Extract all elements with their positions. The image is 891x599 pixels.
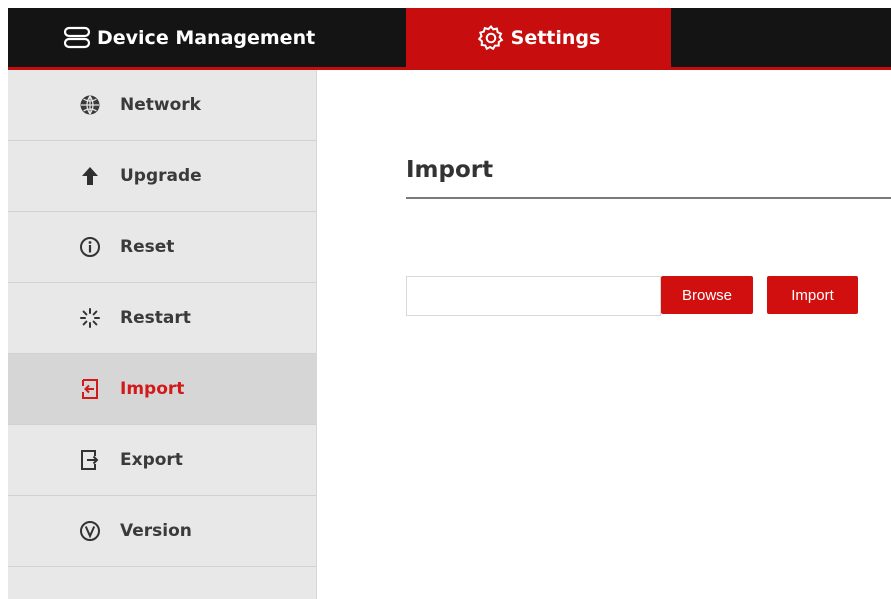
gear-icon bbox=[477, 24, 505, 52]
sidebar-item-label: Export bbox=[120, 450, 183, 470]
sidebar-item-network[interactable]: Network bbox=[8, 70, 316, 141]
sidebar-item-label: Reset bbox=[120, 237, 175, 257]
export-icon bbox=[78, 448, 102, 472]
sidebar-item-label: Upgrade bbox=[120, 166, 202, 186]
nav-settings-label: Settings bbox=[510, 26, 601, 49]
page-title: Import bbox=[406, 157, 494, 183]
sidebar-item-reset[interactable]: Reset bbox=[8, 212, 316, 283]
nav-device-management[interactable]: Device Management bbox=[63, 8, 363, 67]
sidebar-item-label: Network bbox=[120, 95, 201, 115]
title-divider bbox=[406, 197, 891, 199]
version-icon bbox=[78, 519, 102, 543]
sidebar-item-restart[interactable]: Restart bbox=[8, 283, 316, 354]
spinner-icon bbox=[78, 306, 102, 330]
sidebar-item-label: Version bbox=[120, 521, 192, 541]
sidebar-item-version[interactable]: Version bbox=[8, 496, 316, 567]
sidebar-item-label: Restart bbox=[120, 308, 191, 328]
file-path-input[interactable] bbox=[406, 276, 661, 316]
nav-settings[interactable]: Settings bbox=[406, 8, 671, 67]
sidebar: Network Upgrade Reset Restart Import Exp… bbox=[8, 70, 317, 599]
server-icon bbox=[63, 26, 91, 50]
sidebar-item-label: Import bbox=[120, 379, 185, 399]
browse-button[interactable]: Browse bbox=[661, 276, 753, 314]
sidebar-item-import[interactable]: Import bbox=[8, 354, 316, 425]
import-icon bbox=[78, 377, 102, 401]
import-button[interactable]: Import bbox=[767, 276, 858, 314]
arrow-up-icon bbox=[78, 164, 102, 188]
network-icon bbox=[78, 93, 102, 117]
nav-device-management-label: Device Management bbox=[97, 26, 316, 49]
sidebar-item-upgrade[interactable]: Upgrade bbox=[8, 141, 316, 212]
info-icon bbox=[78, 235, 102, 259]
main-content: Import Browse Import bbox=[318, 70, 891, 599]
sidebar-item-export[interactable]: Export bbox=[8, 425, 316, 496]
top-nav-bar: Device Management Settings bbox=[8, 8, 891, 70]
